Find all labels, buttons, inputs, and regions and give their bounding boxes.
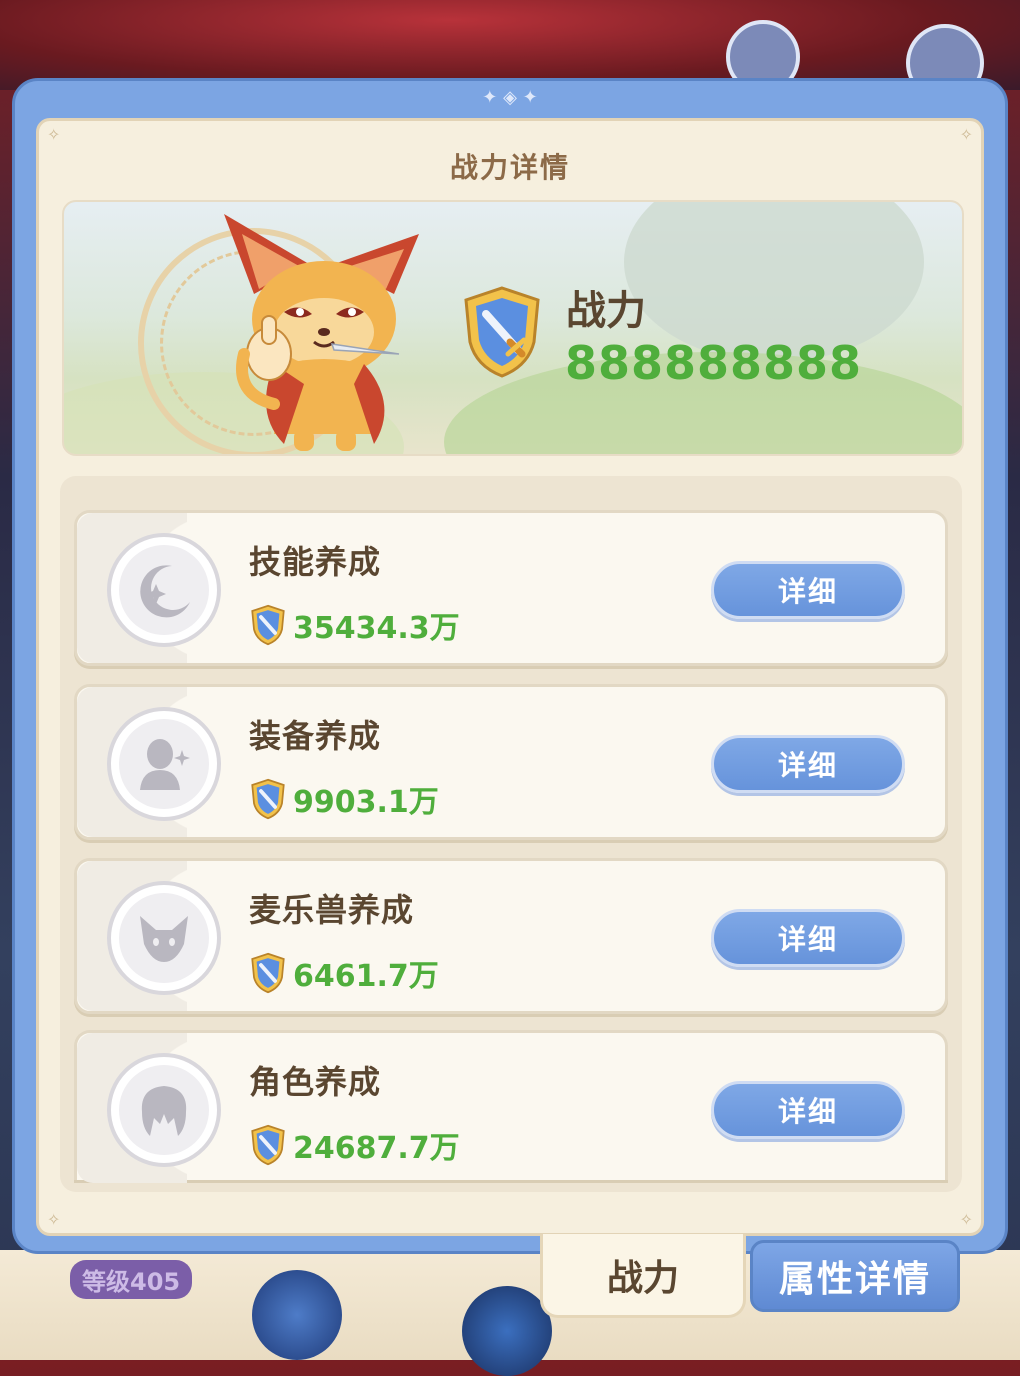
skill-detail-button[interactable]: 详细 <box>711 561 905 619</box>
cat-mascot-icon <box>224 214 419 451</box>
category-power: 9903.1万 <box>249 777 439 821</box>
character-hair-icon <box>141 1086 187 1136</box>
category-power-value: 24687.7万 <box>293 1131 460 1166</box>
pet-medal <box>107 881 221 995</box>
level-badge: 等级405 <box>70 1260 193 1299</box>
list-item-pet: 麦乐兽养成 6461.7万 详细 <box>74 858 948 1014</box>
background-scene-top <box>0 0 1020 90</box>
corner-ornament-icon: ✧ <box>47 125 61 144</box>
skill-medal <box>107 533 221 647</box>
shield-sword-icon <box>251 604 285 646</box>
corner-ornament-icon: ✧ <box>47 1210 61 1229</box>
category-power-value: 35434.3万 <box>293 611 460 646</box>
list-item-skill: 技能养成 35434.3万 详细 <box>74 510 948 666</box>
tab-attributes[interactable]: 属性详情 <box>750 1240 960 1312</box>
shield-sword-icon <box>464 286 540 378</box>
category-power: 35434.3万 <box>249 603 460 647</box>
equipment-medal <box>107 707 221 821</box>
corner-ornament-icon: ✧ <box>959 125 973 144</box>
shield-sword-icon <box>251 1124 285 1166</box>
pet-detail-button[interactable]: 详细 <box>711 909 905 967</box>
character-medal <box>107 1053 221 1167</box>
moon-star-icon <box>140 565 190 618</box>
category-power: 24687.7万 <box>249 1123 460 1167</box>
tab-power[interactable]: 战力 <box>540 1234 746 1318</box>
category-name: 麦乐兽养成 <box>249 891 415 929</box>
category-power-value: 6461.7万 <box>293 959 439 994</box>
background-orb-icon <box>462 1286 552 1376</box>
total-power-value: 888888888 <box>565 336 863 390</box>
category-name: 装备养成 <box>249 717 382 755</box>
corner-ornament-icon: ✧ <box>959 1210 973 1229</box>
frame-ornament-icon: ✦ ◈ ✦ <box>482 86 538 108</box>
figure-sparkle-icon <box>140 739 190 790</box>
category-name: 技能养成 <box>249 543 382 581</box>
fox-head-icon <box>140 916 188 962</box>
category-power: 6461.7万 <box>249 951 439 995</box>
character-detail-button[interactable]: 详细 <box>711 1081 905 1139</box>
list-item-equipment: 装备养成 9903.1万 详细 <box>74 684 948 840</box>
category-name: 角色养成 <box>249 1063 382 1101</box>
shield-sword-icon <box>251 778 285 820</box>
category-power-value: 9903.1万 <box>293 785 439 820</box>
total-power-label: 战力 <box>566 288 646 334</box>
dialog-title: 战力详情 <box>449 151 570 184</box>
shield-sword-icon <box>251 952 285 994</box>
equipment-detail-button[interactable]: 详细 <box>711 735 905 793</box>
list-item-character: 角色养成 24687.7万 详细 <box>74 1030 948 1183</box>
background-orb-icon <box>252 1270 342 1360</box>
